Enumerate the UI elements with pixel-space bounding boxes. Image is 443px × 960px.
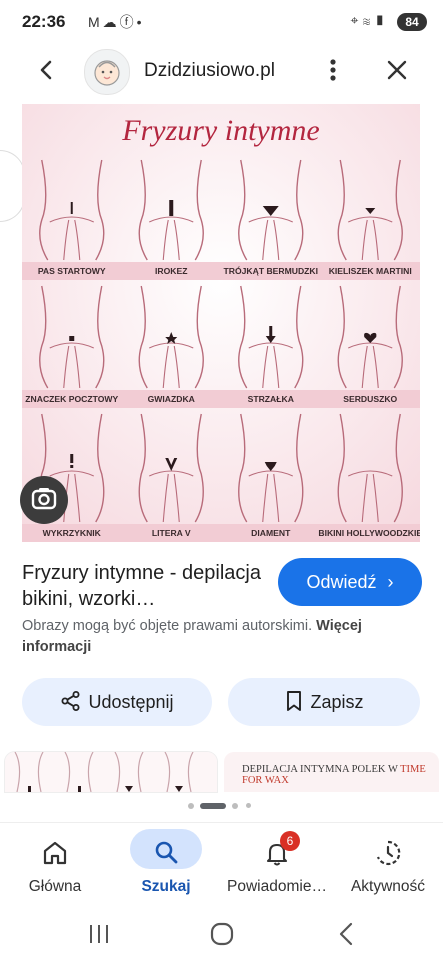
style-label: ZNACZEK POCZTOWY bbox=[25, 394, 118, 404]
image-heading: Fryzury intymne bbox=[121, 114, 319, 147]
site-name[interactable]: Dzidziusiowo.pl bbox=[144, 60, 275, 82]
back-arrow-icon bbox=[40, 60, 52, 80]
location-icon: ⌖ bbox=[350, 12, 363, 28]
style-label: GWIAZDKA bbox=[148, 394, 195, 404]
copyright-notice: Obrazy mogą być objęte prawami autorskim… bbox=[22, 616, 422, 658]
battery-icon: 84 bbox=[397, 13, 427, 31]
status-bar: 22:36 M☁ⓕ• ⌖≋▮ 84 bbox=[0, 0, 443, 44]
result-title[interactable]: Fryzury intymne - depilacja bikini, wzor… bbox=[22, 560, 272, 612]
style-label: KIELISZEK MARTINI bbox=[329, 266, 412, 276]
dot-icon: • bbox=[136, 14, 145, 30]
more-options-button[interactable] bbox=[320, 52, 346, 88]
related-image-1[interactable] bbox=[5, 752, 217, 792]
nav-home-label: Główna bbox=[28, 878, 82, 895]
recents-icon bbox=[90, 925, 108, 943]
close-icon bbox=[387, 60, 407, 80]
notification-icons: M☁ⓕ• bbox=[88, 12, 145, 32]
home-icon bbox=[43, 841, 67, 865]
related-caption: DEPILACJA INTYMNA POLEK W bbox=[242, 764, 401, 775]
related-thumbnail-graphic bbox=[5, 752, 217, 792]
style-mark bbox=[70, 202, 73, 214]
visit-label: Odwiedź bbox=[306, 572, 377, 592]
signal-icon: ▮ bbox=[374, 12, 389, 28]
nav-home[interactable]: Główna bbox=[0, 823, 110, 913]
lens-button[interactable] bbox=[20, 476, 68, 524]
nav-notifications-label: Powiadomie… bbox=[227, 878, 327, 895]
nav-search[interactable]: Szukaj bbox=[111, 823, 221, 913]
copyright-text: Obrazy mogą być objęte prawami autorskim… bbox=[22, 618, 313, 634]
bottom-navigation: Główna Szukaj 6 Powiadomie… Aktywność bbox=[0, 822, 443, 913]
share-label: Udostępnij bbox=[88, 692, 174, 712]
home-circle-icon bbox=[210, 922, 234, 946]
system-icons: ⌖≋▮ bbox=[351, 12, 389, 29]
back-button[interactable] bbox=[30, 54, 62, 86]
style-label: TRÓJKĄT BERMUDZKI bbox=[223, 265, 318, 276]
carousel-indicator bbox=[184, 801, 264, 811]
save-button[interactable]: Zapisz bbox=[228, 678, 420, 726]
related-image-2[interactable]: DEPILACJA INTYMNA POLEK W TIME FOR WAX bbox=[224, 752, 439, 792]
style-label: WYKRZYKNIK bbox=[43, 528, 102, 538]
cloud-icon: ☁ bbox=[102, 14, 120, 30]
baby-face-icon bbox=[94, 60, 120, 86]
google-lens-icon bbox=[31, 488, 57, 510]
site-favicon[interactable] bbox=[84, 49, 130, 95]
share-button[interactable]: Udostępnij bbox=[22, 678, 212, 726]
search-icon bbox=[155, 841, 178, 864]
home-system-button[interactable] bbox=[202, 918, 242, 950]
activity-icon bbox=[376, 840, 401, 866]
nav-activity[interactable]: Aktywność bbox=[333, 823, 443, 913]
system-navigation bbox=[0, 912, 443, 960]
style-label: LITERA V bbox=[152, 528, 191, 538]
carousel-dot bbox=[232, 803, 238, 809]
nav-search-label: Szukaj bbox=[141, 878, 191, 895]
recent-apps-button[interactable] bbox=[79, 918, 119, 950]
chevron-right-icon: › bbox=[387, 572, 394, 592]
bookmark-icon bbox=[287, 691, 302, 711]
more-vert-icon bbox=[330, 59, 336, 81]
result-image[interactable]: Fryzury intymne PAS STARTOWY IROKEZ TRÓJKĄ… bbox=[22, 104, 420, 542]
image-graphic: Fryzury intymne PAS STARTOWY IROKEZ TRÓJKĄ… bbox=[22, 104, 420, 542]
nav-activity-label: Aktywność bbox=[350, 878, 426, 895]
gmail-icon: M bbox=[88, 14, 103, 30]
carousel-dot bbox=[188, 803, 194, 809]
notification-badge: 6 bbox=[280, 831, 300, 851]
style-label: DIAMENT bbox=[251, 528, 291, 538]
style-mark bbox=[69, 336, 75, 341]
style-label: STRZAŁKA bbox=[248, 394, 294, 404]
style-mark bbox=[169, 200, 174, 216]
status-time: 22:36 bbox=[22, 12, 66, 31]
style-label: BIKINI HOLLYWOODZKIE bbox=[318, 528, 420, 538]
style-label: PAS STARTOWY bbox=[38, 266, 106, 276]
close-button[interactable] bbox=[382, 52, 412, 88]
carousel-dot bbox=[246, 803, 251, 808]
save-label: Zapisz bbox=[310, 692, 364, 712]
wifi-icon: ≋ bbox=[362, 12, 375, 28]
share-icon bbox=[61, 691, 80, 711]
style-label: IROKEZ bbox=[155, 266, 187, 276]
viewer-header: Dzidziusiowo.pl bbox=[0, 44, 443, 100]
nav-notifications[interactable]: 6 Powiadomie… bbox=[222, 823, 332, 913]
back-chevron-icon bbox=[339, 922, 353, 946]
back-system-button[interactable] bbox=[327, 918, 367, 950]
facebook-icon: ⓕ bbox=[119, 14, 137, 30]
visit-button[interactable]: Odwiedź › bbox=[278, 558, 422, 606]
carousel-dot-active bbox=[200, 803, 226, 809]
style-label: SERDUSZKO bbox=[343, 394, 397, 404]
style-mark bbox=[70, 454, 74, 468]
